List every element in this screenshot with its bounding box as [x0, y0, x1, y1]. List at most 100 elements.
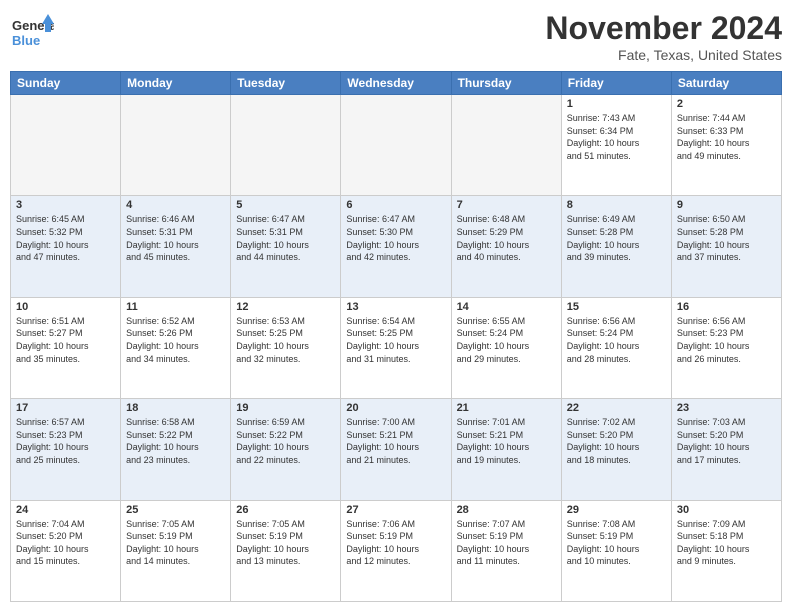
- day-info: Sunrise: 6:52 AM Sunset: 5:26 PM Dayligh…: [126, 315, 225, 365]
- location-title: Fate, Texas, United States: [545, 47, 782, 63]
- calendar-cell: 20 Sunrise: 7:00 AM Sunset: 5:21 PM Dayli…: [341, 399, 451, 500]
- day-number: 4: [126, 199, 225, 211]
- day-info: Sunrise: 7:01 AM Sunset: 5:21 PM Dayligh…: [457, 416, 556, 466]
- day-info: Sunrise: 6:57 AM Sunset: 5:23 PM Dayligh…: [16, 416, 115, 466]
- calendar-cell: [121, 95, 231, 196]
- day-number: 6: [346, 199, 445, 211]
- day-number: 19: [236, 402, 335, 414]
- day-info: Sunrise: 6:50 AM Sunset: 5:28 PM Dayligh…: [677, 213, 776, 263]
- day-info: Sunrise: 6:48 AM Sunset: 5:29 PM Dayligh…: [457, 213, 556, 263]
- calendar-cell: 16 Sunrise: 6:56 AM Sunset: 5:23 PM Dayli…: [671, 297, 781, 398]
- day-info: Sunrise: 6:54 AM Sunset: 5:25 PM Dayligh…: [346, 315, 445, 365]
- day-info: Sunrise: 6:55 AM Sunset: 5:24 PM Dayligh…: [457, 315, 556, 365]
- calendar-cell: 27 Sunrise: 7:06 AM Sunset: 5:19 PM Dayli…: [341, 500, 451, 601]
- calendar-cell: 28 Sunrise: 7:07 AM Sunset: 5:19 PM Dayli…: [451, 500, 561, 601]
- day-info: Sunrise: 6:56 AM Sunset: 5:24 PM Dayligh…: [567, 315, 666, 365]
- day-info: Sunrise: 7:03 AM Sunset: 5:20 PM Dayligh…: [677, 416, 776, 466]
- day-number: 1: [567, 98, 666, 110]
- day-info: Sunrise: 6:59 AM Sunset: 5:22 PM Dayligh…: [236, 416, 335, 466]
- calendar-cell: 5 Sunrise: 6:47 AM Sunset: 5:31 PM Daylig…: [231, 196, 341, 297]
- calendar-cell: [341, 95, 451, 196]
- header-sunday: Sunday: [11, 72, 121, 95]
- day-number: 3: [16, 199, 115, 211]
- calendar-cell: 9 Sunrise: 6:50 AM Sunset: 5:28 PM Daylig…: [671, 196, 781, 297]
- day-number: 21: [457, 402, 556, 414]
- calendar-cell: 24 Sunrise: 7:04 AM Sunset: 5:20 PM Dayli…: [11, 500, 121, 601]
- calendar-cell: 11 Sunrise: 6:52 AM Sunset: 5:26 PM Dayli…: [121, 297, 231, 398]
- day-info: Sunrise: 7:44 AM Sunset: 6:33 PM Dayligh…: [677, 112, 776, 162]
- day-number: 11: [126, 301, 225, 313]
- calendar-cell: 6Sunrise: 6:47 AM Sunset: 5:30 PM Daylig…: [341, 196, 451, 297]
- title-block: November 2024 Fate, Texas, United States: [545, 10, 782, 63]
- day-info: Sunrise: 6:58 AM Sunset: 5:22 PM Dayligh…: [126, 416, 225, 466]
- day-number: 7: [457, 199, 556, 211]
- day-number: 10: [16, 301, 115, 313]
- calendar-cell: 19 Sunrise: 6:59 AM Sunset: 5:22 PM Dayli…: [231, 399, 341, 500]
- day-number: 22: [567, 402, 666, 414]
- header-tuesday: Tuesday: [231, 72, 341, 95]
- calendar-cell: 13 Sunrise: 6:54 AM Sunset: 5:25 PM Dayli…: [341, 297, 451, 398]
- calendar-cell: 3 Sunrise: 6:45 AM Sunset: 5:32 PM Daylig…: [11, 196, 121, 297]
- calendar-cell: 15 Sunrise: 6:56 AM Sunset: 5:24 PM Dayli…: [561, 297, 671, 398]
- calendar-cell: 2Sunrise: 7:44 AM Sunset: 6:33 PM Daylig…: [671, 95, 781, 196]
- calendar-cell: 25 Sunrise: 7:05 AM Sunset: 5:19 PM Dayli…: [121, 500, 231, 601]
- header-friday: Friday: [561, 72, 671, 95]
- day-number: 5: [236, 199, 335, 211]
- calendar-week-5: 24 Sunrise: 7:04 AM Sunset: 5:20 PM Dayli…: [11, 500, 782, 601]
- day-info: Sunrise: 7:06 AM Sunset: 5:19 PM Dayligh…: [346, 518, 445, 568]
- header-thursday: Thursday: [451, 72, 561, 95]
- day-number: 29: [567, 504, 666, 516]
- calendar-week-1: 1 Sunrise: 7:43 AM Sunset: 6:34 PM Daylig…: [11, 95, 782, 196]
- calendar-cell: [231, 95, 341, 196]
- calendar-cell: 14Sunrise: 6:55 AM Sunset: 5:24 PM Dayli…: [451, 297, 561, 398]
- day-info: Sunrise: 7:04 AM Sunset: 5:20 PM Dayligh…: [16, 518, 115, 568]
- calendar-cell: 29 Sunrise: 7:08 AM Sunset: 5:19 PM Dayli…: [561, 500, 671, 601]
- day-info: Sunrise: 6:53 AM Sunset: 5:25 PM Dayligh…: [236, 315, 335, 365]
- day-number: 17: [16, 402, 115, 414]
- day-number: 24: [16, 504, 115, 516]
- calendar-header-row: Sunday Monday Tuesday Wednesday Thursday…: [11, 72, 782, 95]
- day-number: 28: [457, 504, 556, 516]
- day-info: Sunrise: 7:08 AM Sunset: 5:19 PM Dayligh…: [567, 518, 666, 568]
- page: General Blue November 2024 Fate, Texas, …: [0, 0, 792, 612]
- svg-text:Blue: Blue: [12, 33, 40, 48]
- day-info: Sunrise: 6:56 AM Sunset: 5:23 PM Dayligh…: [677, 315, 776, 365]
- day-number: 16: [677, 301, 776, 313]
- day-info: Sunrise: 7:05 AM Sunset: 5:19 PM Dayligh…: [126, 518, 225, 568]
- day-info: Sunrise: 7:02 AM Sunset: 5:20 PM Dayligh…: [567, 416, 666, 466]
- calendar-week-4: 17 Sunrise: 6:57 AM Sunset: 5:23 PM Dayli…: [11, 399, 782, 500]
- day-number: 25: [126, 504, 225, 516]
- day-info: Sunrise: 7:00 AM Sunset: 5:21 PM Dayligh…: [346, 416, 445, 466]
- day-number: 18: [126, 402, 225, 414]
- day-number: 23: [677, 402, 776, 414]
- calendar-week-2: 3 Sunrise: 6:45 AM Sunset: 5:32 PM Daylig…: [11, 196, 782, 297]
- day-info: Sunrise: 7:05 AM Sunset: 5:19 PM Dayligh…: [236, 518, 335, 568]
- header-monday: Monday: [121, 72, 231, 95]
- day-info: Sunrise: 6:46 AM Sunset: 5:31 PM Dayligh…: [126, 213, 225, 263]
- calendar-table: Sunday Monday Tuesday Wednesday Thursday…: [10, 71, 782, 602]
- day-info: Sunrise: 7:07 AM Sunset: 5:19 PM Dayligh…: [457, 518, 556, 568]
- day-number: 8: [567, 199, 666, 211]
- day-number: 13: [346, 301, 445, 313]
- header-wednesday: Wednesday: [341, 72, 451, 95]
- calendar-cell: [451, 95, 561, 196]
- day-number: 20: [346, 402, 445, 414]
- day-info: Sunrise: 6:45 AM Sunset: 5:32 PM Dayligh…: [16, 213, 115, 263]
- day-info: Sunrise: 6:49 AM Sunset: 5:28 PM Dayligh…: [567, 213, 666, 263]
- day-info: Sunrise: 6:47 AM Sunset: 5:31 PM Dayligh…: [236, 213, 335, 263]
- day-number: 15: [567, 301, 666, 313]
- month-year-title: November 2024: [545, 10, 782, 47]
- day-number: 12: [236, 301, 335, 313]
- day-info: Sunrise: 7:09 AM Sunset: 5:18 PM Dayligh…: [677, 518, 776, 568]
- day-number: 30: [677, 504, 776, 516]
- logo: General Blue: [10, 10, 54, 54]
- calendar-cell: 1 Sunrise: 7:43 AM Sunset: 6:34 PM Daylig…: [561, 95, 671, 196]
- day-number: 27: [346, 504, 445, 516]
- calendar-cell: 4 Sunrise: 6:46 AM Sunset: 5:31 PM Daylig…: [121, 196, 231, 297]
- header: General Blue November 2024 Fate, Texas, …: [10, 10, 782, 63]
- calendar-cell: [11, 95, 121, 196]
- calendar-cell: 12 Sunrise: 6:53 AM Sunset: 5:25 PM Dayli…: [231, 297, 341, 398]
- calendar-cell: 30 Sunrise: 7:09 AM Sunset: 5:18 PM Dayli…: [671, 500, 781, 601]
- day-info: Sunrise: 7:43 AM Sunset: 6:34 PM Dayligh…: [567, 112, 666, 162]
- day-number: 9: [677, 199, 776, 211]
